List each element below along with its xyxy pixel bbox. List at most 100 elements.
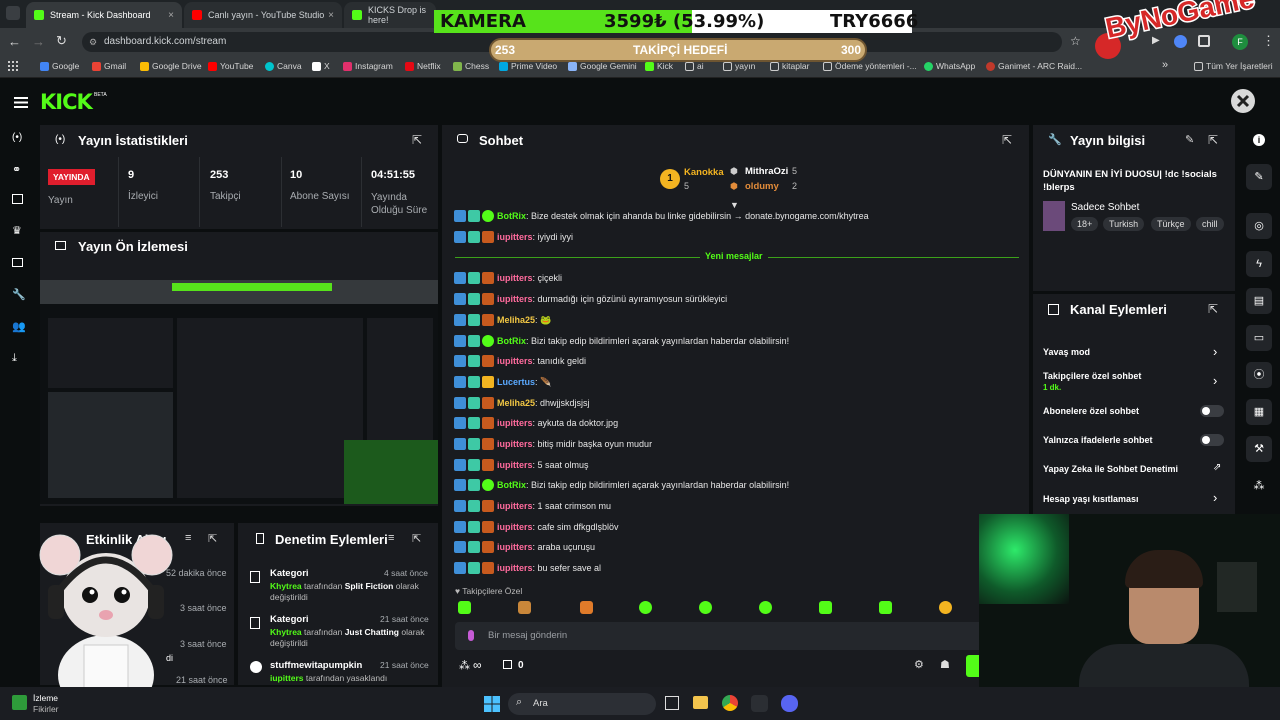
obs-icon[interactable] <box>751 695 768 712</box>
bookmark-folder-yayin[interactable]: yayın <box>723 61 755 71</box>
mod-tools-icon[interactable]: ☗ <box>940 658 950 671</box>
points-icon[interactable]: ⁂ <box>459 659 470 672</box>
chat-username[interactable]: Meliha25 <box>497 398 535 408</box>
chat-input[interactable]: Bir mesaj gönderin <box>455 622 1015 650</box>
wrench-icon[interactable]: 🔧 <box>12 288 26 301</box>
bookmark-instagram[interactable]: Instagram <box>343 61 393 71</box>
emote-icon[interactable] <box>879 601 892 614</box>
gift-icon[interactable] <box>503 660 512 669</box>
task-view-icon[interactable] <box>665 696 679 710</box>
emote-icon[interactable] <box>518 601 531 614</box>
chat-username[interactable]: iupitters <box>497 563 533 573</box>
chat-username[interactable]: Lucertus <box>497 377 535 387</box>
stream-icon[interactable]: (•) <box>12 132 22 143</box>
chat-username[interactable]: iupitters <box>497 522 533 532</box>
chevron-right-icon[interactable]: › <box>1213 490 1217 505</box>
tab-kick-dashboard[interactable]: Stream - Kick Dashboard × <box>26 2 182 28</box>
chat-username[interactable]: iupitters <box>497 232 533 242</box>
chat-username[interactable]: iupitters <box>497 542 533 552</box>
chat-username[interactable]: Meliha25 <box>497 315 535 325</box>
emote-icon[interactable] <box>819 601 832 614</box>
layers-icon[interactable]: ▦ <box>1246 399 1272 425</box>
file-explorer-icon[interactable] <box>693 696 708 709</box>
bookmark-folder-ai[interactable]: ai <box>685 61 704 71</box>
kick-logo[interactable]: KICK <box>40 90 93 114</box>
emote-icon[interactable] <box>458 601 471 614</box>
media-icon[interactable] <box>12 258 23 267</box>
bookmark-whatsapp[interactable]: WhatsApp <box>924 61 975 71</box>
wrench-icon[interactable]: ⚒ <box>1246 436 1272 462</box>
bookmark-folder-kitaplar[interactable]: kitaplar <box>770 61 809 71</box>
popout-icon[interactable]: ⇱ <box>1002 133 1012 147</box>
bookmark-kick[interactable]: Kick <box>645 61 673 71</box>
chat-username[interactable]: iupitters <box>497 439 533 449</box>
points-icon[interactable]: ⁂ <box>1246 473 1272 499</box>
filter-icon[interactable]: ≡ <box>185 532 191 544</box>
chat-username[interactable]: BotRix <box>497 336 526 346</box>
chat-username[interactable]: BotRix <box>497 480 526 490</box>
close-icon[interactable]: × <box>168 10 174 21</box>
chat-username[interactable]: iupitters <box>497 501 533 511</box>
chat-username[interactable]: BotRix <box>497 211 526 221</box>
target-icon[interactable]: ◎ <box>1246 213 1272 239</box>
link-icon[interactable]: ⚭ <box>12 163 21 176</box>
lightning-icon[interactable]: ϟ <box>1246 251 1272 277</box>
tab-search-icon[interactable] <box>6 6 20 20</box>
popout-icon[interactable]: ⇱ <box>208 532 217 545</box>
bookmark-star-icon[interactable]: ☆ <box>1070 34 1081 48</box>
tab-youtube-studio[interactable]: Canlı yayın - YouTube Studio × <box>184 2 342 28</box>
bookmark-x[interactable]: X <box>312 61 330 71</box>
taskbar-search[interactable]: ⌕ Ara <box>508 693 656 715</box>
chat-username[interactable]: iupitters <box>497 460 533 470</box>
slow-mode-row[interactable]: Yavaş mod <box>1043 347 1090 357</box>
hamburger-menu-icon[interactable] <box>14 95 28 108</box>
external-link-icon[interactable]: ⇗ <box>1213 462 1221 473</box>
chevron-right-icon[interactable]: › <box>1213 344 1217 359</box>
bookmark-youtube[interactable]: YouTube <box>208 61 253 71</box>
apps-grid-icon[interactable] <box>8 61 18 71</box>
popout-icon[interactable]: ⇱ <box>412 532 421 545</box>
emote-icon[interactable] <box>939 601 952 614</box>
leader-name[interactable]: Kanokka <box>684 167 724 178</box>
mic-icon[interactable] <box>468 630 474 641</box>
popout-icon[interactable]: ⇱ <box>412 133 422 147</box>
category-name[interactable]: Sadece Sohbet <box>1071 202 1139 213</box>
popout-icon[interactable]: ⇱ <box>1208 302 1218 316</box>
reload-icon[interactable]: ↻ <box>56 33 67 49</box>
close-icon[interactable]: × <box>328 10 334 21</box>
broadcast-icon[interactable]: ⦿ <box>1246 362 1272 388</box>
bookmark-chess[interactable]: Chess <box>453 61 489 71</box>
chevron-down-icon[interactable]: ▼ <box>730 200 739 210</box>
bookmark-folder-odeme[interactable]: Ödeme yöntemleri -... <box>823 61 917 71</box>
emote-icon[interactable] <box>639 601 652 614</box>
forward-icon[interactable]: → <box>32 34 45 49</box>
discord-icon[interactable] <box>781 695 798 712</box>
trophy-icon[interactable]: ♛ <box>12 224 22 237</box>
chat-username[interactable]: iupitters <box>497 294 533 304</box>
account-age-row[interactable]: Hesap yaşı kısıtlaması <box>1043 494 1139 504</box>
user-avatar[interactable] <box>1231 89 1255 113</box>
bookmark-canva[interactable]: Canva <box>265 61 302 71</box>
chat-username[interactable]: iupitters <box>497 273 533 283</box>
back-icon[interactable]: ← <box>8 34 21 49</box>
filter-icon[interactable]: ≡ <box>388 532 394 544</box>
bookmark-netflix[interactable]: Netflix <box>405 61 441 71</box>
leader-name[interactable]: MithraOzi <box>745 166 788 177</box>
chrome-icon[interactable] <box>722 695 738 711</box>
emote-only-toggle[interactable] <box>1200 434 1224 446</box>
analytics-icon[interactable] <box>12 194 23 204</box>
subs-only-toggle[interactable] <box>1200 405 1224 417</box>
emote-icon[interactable] <box>580 601 593 614</box>
settings-gear-icon[interactable]: ⚙ <box>914 658 924 671</box>
bookmark-google-drive[interactable]: Google Drive <box>140 61 202 71</box>
bookmark-ganimet[interactable]: Ganimet - ARC Raid... <box>986 61 1082 71</box>
users-icon[interactable]: 👥 <box>12 320 26 333</box>
chevron-right-icon[interactable]: › <box>1213 373 1217 388</box>
preview-video[interactable] <box>40 280 438 504</box>
emote-icon[interactable] <box>759 601 772 614</box>
ai-moderation-row[interactable]: Yapay Zeka ile Sohbet Denetimi <box>1043 464 1178 474</box>
widgets-icon[interactable] <box>12 695 27 710</box>
bookmark-google[interactable]: Google <box>40 61 79 71</box>
chat-username[interactable]: iupitters <box>497 418 533 428</box>
tab-kicks-drop[interactable]: KICKS Drop is here! <box>344 2 436 28</box>
